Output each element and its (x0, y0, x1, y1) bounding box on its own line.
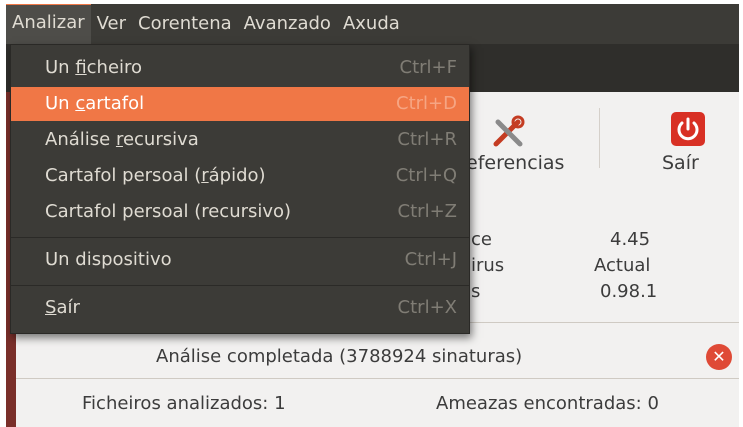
info-label-2: irus (471, 255, 505, 276)
menu-item-label: Cartafol persoal (recursivo) (45, 201, 292, 222)
menu-item-device[interactable]: Un dispositivo Ctrl+J (11, 243, 469, 277)
app-window: Analizar Ver Corentena Avanzado Axuda ef… (6, 4, 739, 427)
menu-item-quit[interactable]: Saír Ctrl+X (11, 291, 469, 325)
shortcut-label: Ctrl+Q (395, 165, 457, 186)
analizar-dropdown-menu: Un ficheiro Ctrl+F Un cartafol Ctrl+D An… (10, 44, 470, 334)
menu-item-recursive-scan[interactable]: Análise recursiva Ctrl+R (11, 123, 469, 157)
info-label-1: ce (471, 229, 492, 250)
menu-item-label: Un cartafol (45, 93, 145, 114)
threats-found-count: Ameazas encontradas: 0 (436, 393, 659, 414)
menu-corentena[interactable]: Corentena (132, 4, 238, 44)
preferences-button-label[interactable]: eferencias (466, 152, 564, 174)
toolbar-separator (599, 108, 600, 168)
menu-avanzado[interactable]: Avanzado (238, 4, 337, 44)
menu-item-label: Cartafol persoal (rápido) (45, 165, 266, 186)
menu-item-label: Análise recursiva (45, 129, 199, 150)
info-value-engine: 0.98.1 (600, 281, 658, 302)
shortcut-label: Ctrl+J (404, 249, 457, 270)
menu-item-file[interactable]: Un ficheiro Ctrl+F (11, 51, 469, 85)
menu-analizar[interactable]: Analizar (6, 4, 91, 45)
info-value-version: 4.45 (610, 229, 651, 250)
info-value-status: Actual (594, 255, 651, 276)
close-icon[interactable]: ✕ (706, 344, 732, 370)
divider (16, 378, 739, 379)
menu-item-home-recursive[interactable]: Cartafol persoal (recursivo) Ctrl+Z (11, 195, 469, 229)
preferences-icon (493, 115, 525, 147)
shortcut-label: Ctrl+Z (397, 201, 457, 222)
menu-item-label: Saír (45, 297, 80, 318)
shortcut-label: Ctrl+R (397, 129, 457, 150)
shortcut-label: Ctrl+F (399, 57, 457, 78)
quit-icon[interactable] (671, 112, 705, 146)
menu-separator (11, 237, 469, 238)
files-scanned-count: Ficheiros analizados: 1 (82, 393, 286, 414)
menu-item-label: Un ficheiro (45, 57, 143, 78)
shortcut-label: Ctrl+X (397, 297, 457, 318)
menu-item-label: Un dispositivo (45, 249, 172, 270)
menu-item-folder[interactable]: Un cartafol Ctrl+D (11, 87, 469, 121)
menubar: Analizar Ver Corentena Avanzado Axuda (6, 4, 739, 45)
menu-item-home-quick[interactable]: Cartafol persoal (rápido) Ctrl+Q (11, 159, 469, 193)
shortcut-label: Ctrl+D (396, 93, 457, 114)
menu-separator (11, 285, 469, 286)
scan-result-message: Análise completada (3788924 sinaturas) (156, 346, 523, 367)
info-label-3: s (471, 281, 481, 302)
menu-ver[interactable]: Ver (91, 4, 132, 44)
menu-axuda[interactable]: Axuda (337, 4, 406, 44)
quit-button-label[interactable]: Saír (662, 152, 699, 174)
